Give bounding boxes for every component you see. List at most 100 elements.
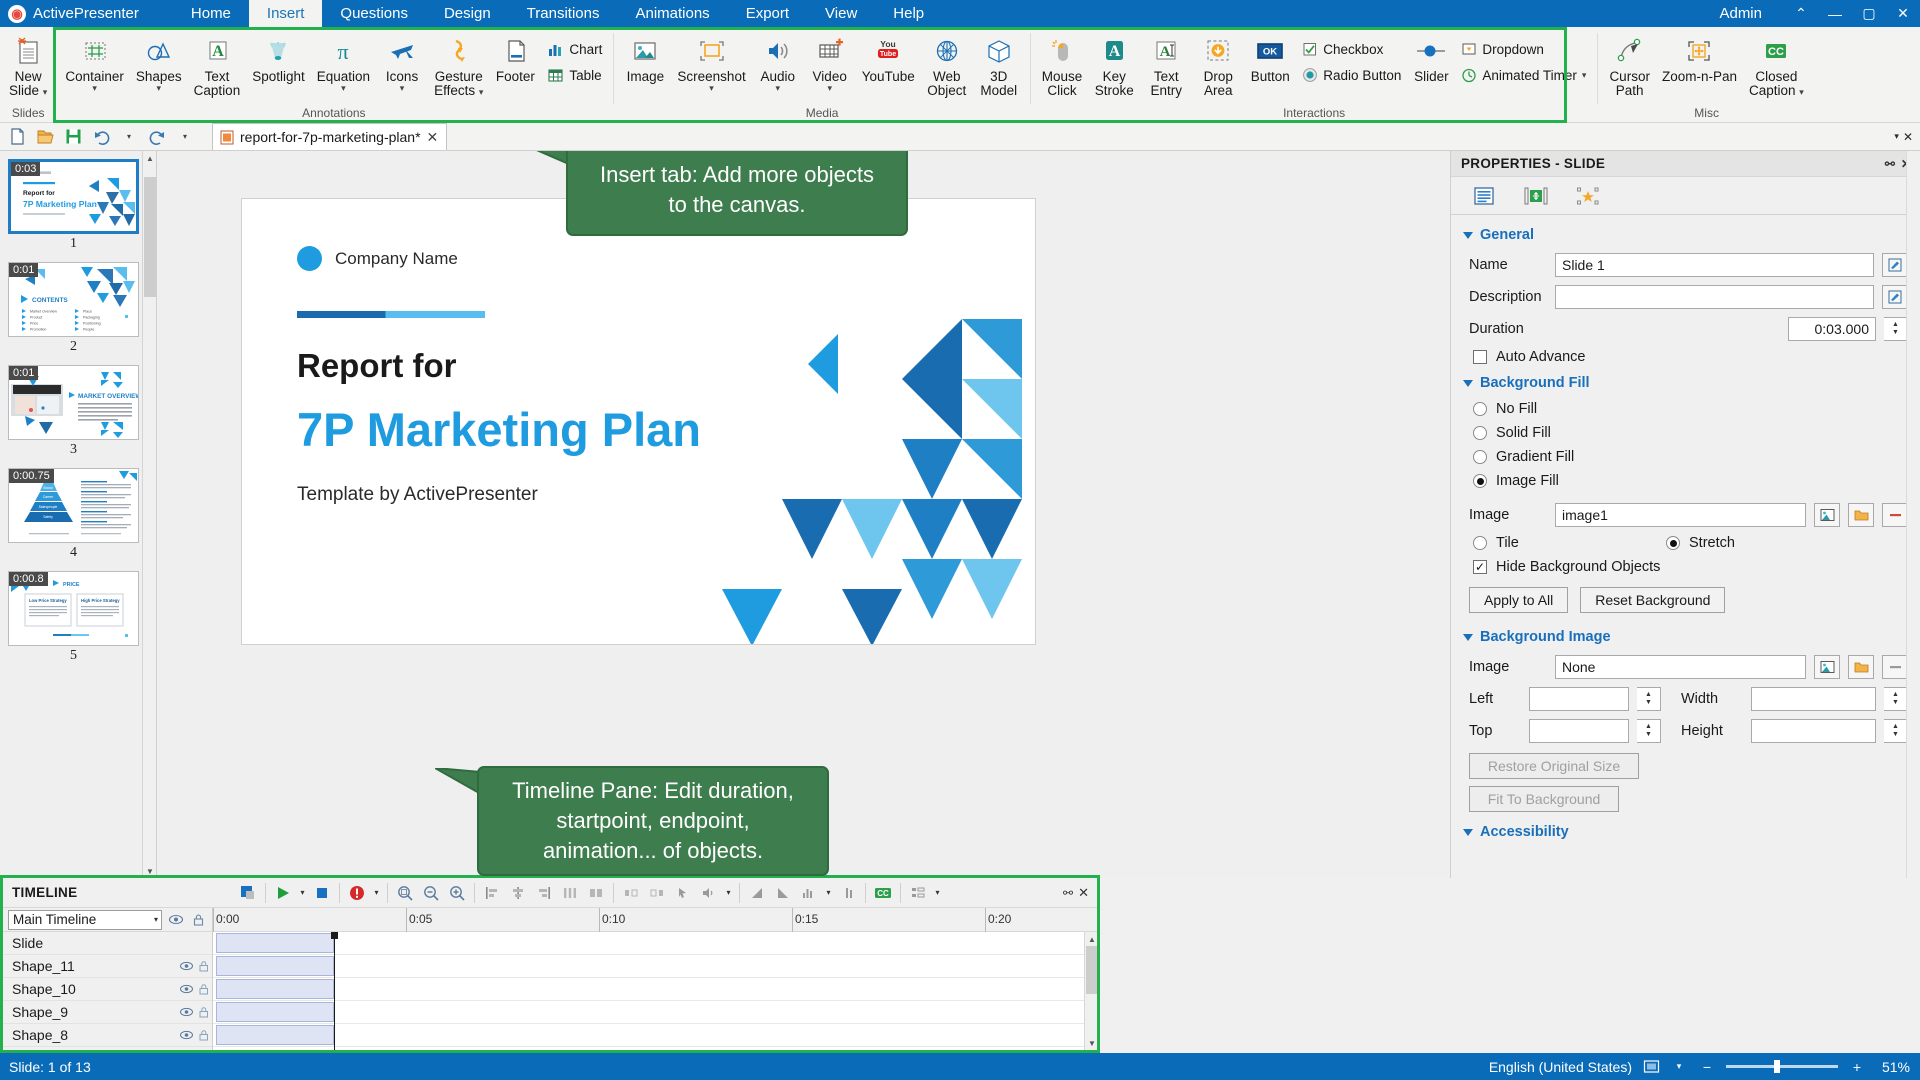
slide-eyebrow-text[interactable]: Report for (297, 347, 457, 385)
record-caret[interactable]: ▾ (370, 880, 383, 906)
timeline-combo[interactable]: Main Timeline ▾ (8, 910, 162, 930)
waveform-caret[interactable]: ▾ (822, 880, 835, 906)
video-caret[interactable]: ▾ (827, 84, 832, 92)
minimize-button[interactable]: — (1818, 0, 1852, 27)
no-fill-radio[interactable] (1473, 402, 1487, 416)
stretch-row[interactable]: Stretch (1666, 531, 1735, 555)
menu-tab-insert[interactable]: Insert (249, 0, 323, 27)
duration-spinner[interactable]: ▲▼ (1884, 317, 1908, 341)
checkbox-button[interactable]: Checkbox (1296, 36, 1407, 62)
screenshot-caret[interactable]: ▾ (709, 84, 714, 92)
shape-10-eye-icon[interactable] (178, 981, 195, 998)
track-shape-9-bar[interactable] (216, 1002, 334, 1022)
description-input[interactable] (1555, 285, 1874, 309)
menu-tab-home[interactable]: Home (173, 0, 249, 27)
apply-to-all-button[interactable]: Apply to All (1469, 587, 1568, 613)
timeline-scroll-thumb[interactable] (1086, 946, 1097, 994)
view-mode-caret[interactable]: ▾ (1670, 1057, 1688, 1077)
ribbon-options-caret[interactable]: ▾ (1894, 131, 1899, 142)
track-shape-11[interactable] (213, 955, 1097, 978)
bg-image-browse-button[interactable] (1848, 655, 1874, 679)
background-fill-section-header[interactable]: Background Fill (1451, 369, 1920, 397)
fill-image-picker-button[interactable] (1814, 503, 1840, 527)
properties-panel[interactable]: PROPERTIES - SLIDE ⚯ ✕ (1450, 151, 1920, 878)
distribute-icon[interactable] (557, 880, 583, 906)
container-caret[interactable]: ▾ (92, 84, 97, 92)
timeline-scroll-up-arrow[interactable]: ▲ (1085, 932, 1097, 946)
timeline-close-button[interactable]: ✕ (1078, 885, 1089, 901)
timeline-row-shape-8[interactable]: Shape_8 (3, 1024, 212, 1047)
image-button[interactable]: Image (619, 32, 671, 84)
shape-10-lock-icon[interactable] (195, 981, 212, 998)
youtube-button[interactable]: You Tube YouTube (856, 32, 921, 84)
timeline-combo-caret[interactable]: ▾ (154, 915, 158, 924)
track-shape-10[interactable] (213, 978, 1097, 1001)
undo-caret[interactable]: ▾ (116, 125, 142, 149)
audio-caret[interactable]: ▾ (775, 84, 780, 92)
left-spinner[interactable]: ▲▼ (1637, 687, 1661, 711)
thumbnail-3[interactable]: 0:01 (8, 365, 139, 440)
footer-button[interactable]: Footer (489, 32, 541, 84)
shapes-caret[interactable]: ▾ (157, 84, 162, 92)
shape-9-eye-icon[interactable] (178, 1004, 195, 1021)
cursor-path-button[interactable]: Cursor Path (1603, 32, 1656, 98)
thumbnail-item-2[interactable]: 0:01 CONTENTS (8, 262, 156, 355)
thumbnail-item-1[interactable]: 0:03 Report for 7P Marketing Plan (8, 159, 156, 252)
slide-effects-tab[interactable] (1575, 184, 1601, 208)
new-slide-caret[interactable]: ▾ (43, 87, 48, 97)
icons-button[interactable]: Icons ▾ (376, 32, 428, 92)
drop-area-button[interactable]: Drop Area (1192, 32, 1244, 98)
width-input[interactable] (1751, 687, 1876, 711)
auto-advance-checkbox[interactable] (1473, 350, 1487, 364)
stop-icon[interactable] (309, 880, 335, 906)
menu-tab-questions[interactable]: Questions (322, 0, 426, 27)
slide-properties-tab[interactable] (1471, 184, 1497, 208)
play-caret[interactable]: ▾ (296, 880, 309, 906)
new-slide-button[interactable]: New Slide ▾ (3, 32, 53, 98)
timeline-row-slide[interactable]: Slide (3, 932, 212, 955)
zoom-to-fit-icon[interactable] (392, 880, 418, 906)
timeline-layout-icon[interactable] (905, 880, 931, 906)
timeline-more-icon[interactable] (835, 880, 861, 906)
company-name-block[interactable]: Company Name (297, 246, 458, 271)
timeline-ruler[interactable]: 0:00 0:05 0:10 0:15 0:20 (213, 908, 1097, 931)
timeline-row-shape-10[interactable]: Shape_10 (3, 978, 212, 1001)
timeline-lock-icon[interactable] (190, 910, 207, 930)
shape-11-lock-icon[interactable] (195, 958, 212, 975)
align-center-icon[interactable] (505, 880, 531, 906)
open-project-icon[interactable] (32, 125, 58, 149)
bg-image-input[interactable]: None (1555, 655, 1806, 679)
track-slide-bar[interactable] (216, 933, 334, 953)
timeline-pin-button[interactable]: ⚯ (1063, 886, 1073, 900)
properties-body[interactable]: General Name Slide 1 Description Duratio… (1451, 215, 1920, 878)
reset-background-button[interactable]: Reset Background (1580, 587, 1725, 613)
gradient-fill-radio[interactable] (1473, 450, 1487, 464)
save-icon[interactable] (60, 125, 86, 149)
fill-image-input[interactable]: image1 (1555, 503, 1806, 527)
animated-timer-caret[interactable]: ▾ (1582, 71, 1587, 79)
name-edit-button[interactable] (1882, 253, 1908, 277)
menu-tab-view[interactable]: View (807, 0, 875, 27)
fill-image-browse-button[interactable] (1848, 503, 1874, 527)
thumbnail-item-4[interactable]: 0:00.75 BrandCareerSalespeopleSafet (8, 468, 156, 561)
timeline-scroll-down-arrow[interactable]: ▼ (1085, 1036, 1097, 1050)
accessibility-section-header[interactable]: Accessibility (1451, 812, 1920, 846)
fade-out-icon[interactable] (770, 880, 796, 906)
zoom-in-icon[interactable] (444, 880, 470, 906)
closed-caption-caret[interactable]: ▾ (1799, 87, 1804, 97)
menu-tab-design[interactable]: Design (426, 0, 509, 27)
language-label[interactable]: English (United States) (1489, 1059, 1632, 1075)
zoom-slider-knob[interactable] (1774, 1060, 1780, 1073)
restore-original-size-button[interactable]: Restore Original Size (1469, 753, 1639, 779)
ribbon-close-icon[interactable]: ✕ (1903, 130, 1913, 144)
zoom-n-pan-button[interactable]: Zoom-n-Pan (1656, 32, 1743, 84)
key-stroke-button[interactable]: A Key Stroke (1088, 32, 1140, 98)
gesture-effects-button[interactable]: Gesture Effects ▾ (428, 32, 489, 98)
timeline-layout-caret[interactable]: ▾ (931, 880, 944, 906)
duration-input[interactable]: 0:03.000 (1788, 317, 1876, 341)
zoom-out-icon[interactable] (418, 880, 444, 906)
web-object-button[interactable]: Web Object (921, 32, 973, 98)
track-shape-9[interactable] (213, 1001, 1097, 1024)
track-slide[interactable] (213, 932, 1097, 955)
name-input[interactable]: Slide 1 (1555, 253, 1874, 277)
